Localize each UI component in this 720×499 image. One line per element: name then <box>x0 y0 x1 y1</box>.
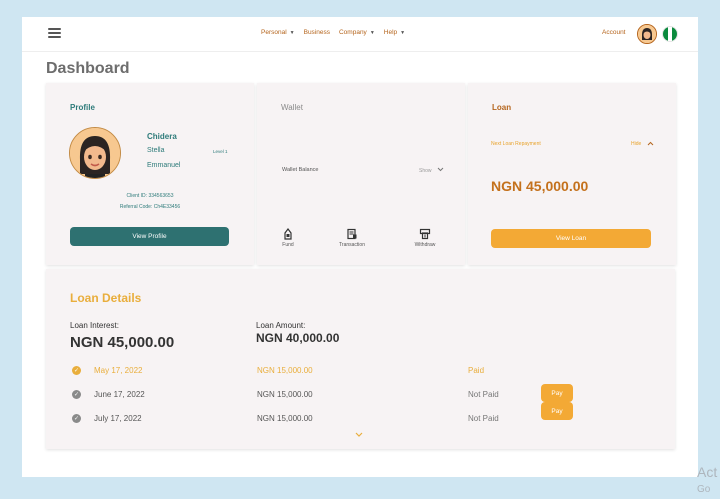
profile-middle-name: Stella <box>147 147 165 154</box>
app-frame: Personal ▼ Business Company ▼ Help ▼ Accoun… <box>22 17 698 477</box>
menu-label: Company <box>338 29 367 36</box>
next-loan-repayment-label: Next Loan Repayment <box>491 141 541 147</box>
hide-toggle-label: Hide <box>631 141 642 147</box>
user-avatar[interactable] <box>637 24 657 44</box>
balance-toggle-label: Show <box>419 167 432 174</box>
caret-down-icon: ▼ <box>289 29 295 36</box>
menu-label: Personal <box>261 29 287 36</box>
repayment-amount: NGN 15,000.00 <box>257 414 313 423</box>
profile-card: Profile Chidera Stella Emmanuel Level 1 … <box>46 83 254 265</box>
profile-title: Profile <box>70 103 95 112</box>
loan-interest-value: NGN 45,000.00 <box>70 334 175 351</box>
transaction-label: Transaction <box>339 242 365 248</box>
transaction-icon <box>347 228 357 240</box>
profile-avatar <box>69 127 121 179</box>
next-loan-amount: NGN 45,000.00 <box>491 178 589 194</box>
menu-personal[interactable]: Personal ▼ <box>261 29 295 36</box>
activation-watermark-subtext: Go <box>697 484 711 495</box>
withdraw-icon <box>419 228 431 240</box>
repayment-row: ✓ July 17, 2022 NGN 15,000.00 Not Paid P… <box>70 402 580 427</box>
wallet-balance-label: Wallet Balance <box>282 167 319 173</box>
loan-hide-toggle[interactable]: Hide <box>631 141 654 148</box>
menu-label: Help <box>383 29 398 36</box>
repayment-date: May 17, 2022 <box>94 366 143 375</box>
caret-down-icon: ▼ <box>400 29 406 36</box>
pay-button[interactable]: Pay <box>541 384 573 402</box>
withdraw-action[interactable]: Withdraw <box>400 228 450 248</box>
loan-amount-label: Loan Amount: <box>256 321 306 330</box>
avatar-face-icon <box>638 25 656 43</box>
nigeria-flag-icon[interactable] <box>662 26 678 42</box>
profile-last-name: Emmanuel <box>147 162 181 169</box>
hamburger-menu-icon[interactable] <box>48 28 61 38</box>
top-nav: Personal ▼ Business Company ▼ Help ▼ Accoun… <box>22 17 698 52</box>
menu-company[interactable]: Company ▼ <box>339 29 375 36</box>
repayment-amount: NGN 15,000.00 <box>257 390 313 399</box>
wallet-card: Wallet Wallet Balance Show Fund Transact… <box>257 83 465 265</box>
account-link[interactable]: Account <box>602 29 626 36</box>
loan-details-title: Loan Details <box>70 291 142 305</box>
avatar-face-icon <box>70 128 120 178</box>
repayment-date: June 17, 2022 <box>94 390 145 399</box>
caret-down-icon: ▼ <box>369 29 375 36</box>
repayment-row: ✓ June 17, 2022 NGN 15,000.00 Not Paid P… <box>70 384 580 403</box>
wallet-balance-toggle[interactable]: Show <box>419 167 444 174</box>
loan-card: Loan Next Loan Repayment Hide NGN 45,000… <box>468 83 676 265</box>
loan-interest-label: Loan Interest: <box>70 321 119 330</box>
fund-action[interactable]: Fund <box>263 228 313 248</box>
wallet-title: Wallet <box>281 103 303 112</box>
profile-first-name: Chidera <box>147 132 177 141</box>
menu-help[interactable]: Help ▼ <box>384 29 405 36</box>
profile-level-badge: Level 1 <box>213 149 228 154</box>
chevron-up-icon <box>647 141 654 148</box>
menu-business[interactable]: Business <box>304 29 330 36</box>
repayment-status: Paid <box>468 366 485 375</box>
view-loan-button[interactable]: View Loan <box>491 229 651 248</box>
loan-details-card: Loan Details Loan Interest: NGN 45,000.0… <box>46 269 675 449</box>
repayment-status: Not Paid <box>468 414 499 423</box>
loan-amount-value: NGN 40,000.00 <box>256 331 340 345</box>
referral-code: Referral Code: Ch4E33456 <box>119 204 181 210</box>
repayment-date: July 17, 2022 <box>94 414 142 423</box>
transaction-action[interactable]: Transaction <box>327 228 377 248</box>
repayment-amount: NGN 15,000.00 <box>257 366 313 375</box>
expand-chevron-icon[interactable] <box>355 430 363 439</box>
pay-button[interactable]: Pay <box>541 402 573 420</box>
activation-watermark: Act <box>697 464 718 480</box>
check-circle-icon: ✓ <box>72 366 81 375</box>
loan-title: Loan <box>492 103 512 112</box>
fund-icon <box>284 228 292 240</box>
repayment-row: ✓ May 17, 2022 NGN 15,000.00 Paid <box>70 365 580 379</box>
menu-label: Business <box>303 29 330 36</box>
main-menu: Personal ▼ Business Company ▼ Help ▼ <box>261 29 405 36</box>
client-id: Client ID: 334563653 <box>126 193 174 199</box>
withdraw-label: Withdraw <box>414 242 436 248</box>
repayment-status: Not Paid <box>468 390 499 399</box>
chevron-down-icon <box>437 167 444 174</box>
fund-label: Fund <box>282 242 294 248</box>
view-profile-button[interactable]: View Profile <box>70 227 229 246</box>
check-circle-icon: ✓ <box>72 390 81 399</box>
page-title: Dashboard <box>46 60 130 77</box>
check-circle-icon: ✓ <box>72 414 81 423</box>
